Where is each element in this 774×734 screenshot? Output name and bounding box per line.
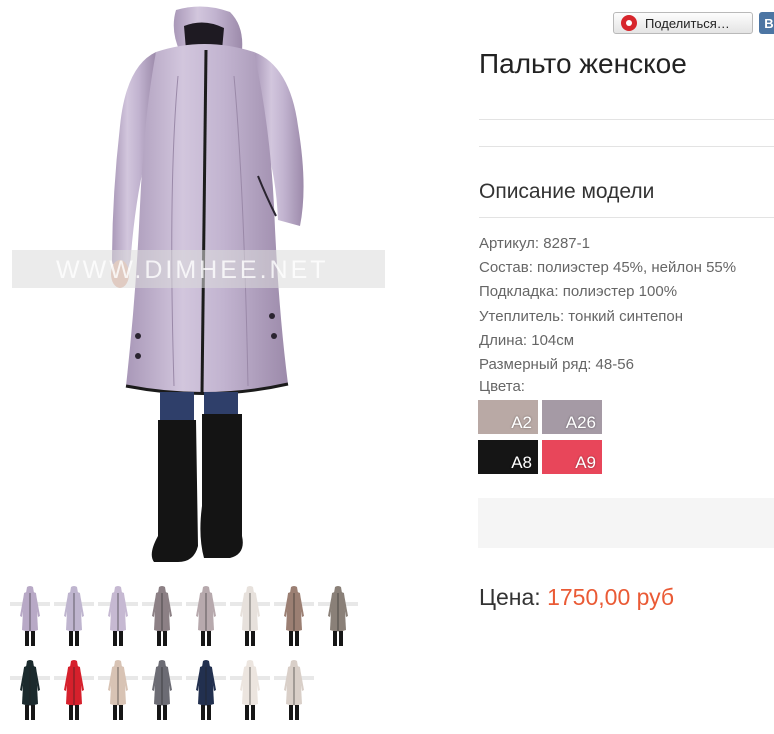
colors-label: Цвета: bbox=[479, 378, 525, 395]
thumbnail-row2-6[interactable] bbox=[230, 658, 270, 728]
divider bbox=[479, 146, 774, 147]
color-swatches: A2 A26 A8 A9 bbox=[478, 400, 608, 474]
spec-size-range: Размерный ряд: 48-56 bbox=[479, 356, 634, 374]
color-swatch-a2[interactable]: A2 bbox=[478, 400, 538, 434]
swatch-label: A26 bbox=[565, 413, 596, 432]
thumbnail-row1-5[interactable] bbox=[186, 584, 226, 654]
thumbnail-row2-3[interactable] bbox=[98, 658, 138, 728]
description-heading: Описание модели bbox=[479, 180, 655, 203]
spec-lining: Подкладка: полиэстер 100% bbox=[479, 283, 678, 301]
swatch-label: A2 bbox=[511, 413, 532, 432]
thumbnail-row1-6[interactable] bbox=[230, 584, 270, 654]
watermark-text: WWW.DIMHEE.NET bbox=[56, 256, 329, 284]
thumbnail-row-1 bbox=[10, 584, 370, 654]
spec-article: Артикул: 8287-1 bbox=[479, 235, 590, 252]
spec-composition: Состав: полиэстер 45%, нейлон 55% bbox=[479, 259, 737, 277]
vk-share-button[interactable]: В bbox=[759, 12, 774, 34]
empty-panel bbox=[478, 498, 774, 548]
thumbnail-row2-4[interactable] bbox=[142, 658, 182, 728]
share-button[interactable]: Поделиться… bbox=[613, 12, 753, 34]
product-main-image[interactable]: WWW.DIMHEE.NET bbox=[8, 6, 392, 568]
thumbnail-row1-3[interactable] bbox=[98, 584, 138, 654]
price-label: Цена: bbox=[479, 584, 541, 610]
divider bbox=[479, 217, 774, 218]
share-button-label: Поделиться… bbox=[645, 15, 730, 31]
coat-photo-illustration bbox=[12, 6, 385, 562]
spec-insulation: Утеплитель: тонкий синтепон bbox=[479, 307, 684, 325]
swatch-label: A8 bbox=[511, 453, 532, 472]
thumbnail-row2-2[interactable] bbox=[54, 658, 94, 728]
share-icon bbox=[621, 15, 637, 31]
color-swatch-a8[interactable]: A8 bbox=[478, 440, 538, 474]
thumbnail-row1-2[interactable] bbox=[54, 584, 94, 654]
divider bbox=[479, 119, 774, 120]
thumbnail-row2-7[interactable] bbox=[274, 658, 314, 728]
color-swatch-a9[interactable]: A9 bbox=[542, 440, 602, 474]
spec-list: Артикул: 8287-1 Состав: полиэстер 45%, н… bbox=[479, 232, 736, 377]
thumbnail-row2-5[interactable] bbox=[186, 658, 226, 728]
thumbnail-row1-4[interactable] bbox=[142, 584, 182, 654]
thumbnail-row-2 bbox=[10, 658, 370, 728]
thumbnail-row1-1[interactable] bbox=[10, 584, 50, 654]
thumbnail-row1-8[interactable] bbox=[318, 584, 358, 654]
swatch-label: A9 bbox=[575, 453, 596, 472]
color-swatch-a26[interactable]: A26 bbox=[542, 400, 602, 434]
thumbnail-gallery bbox=[10, 584, 370, 732]
thumbnail-row2-1[interactable] bbox=[10, 658, 50, 728]
price: Цена: 1750,00 руб bbox=[479, 584, 674, 611]
product-title: Пальто женское bbox=[479, 48, 687, 79]
price-value: 1750,00 руб bbox=[547, 584, 675, 610]
thumbnail-row1-7[interactable] bbox=[274, 584, 314, 654]
spec-length: Длина: 104см bbox=[479, 331, 575, 349]
